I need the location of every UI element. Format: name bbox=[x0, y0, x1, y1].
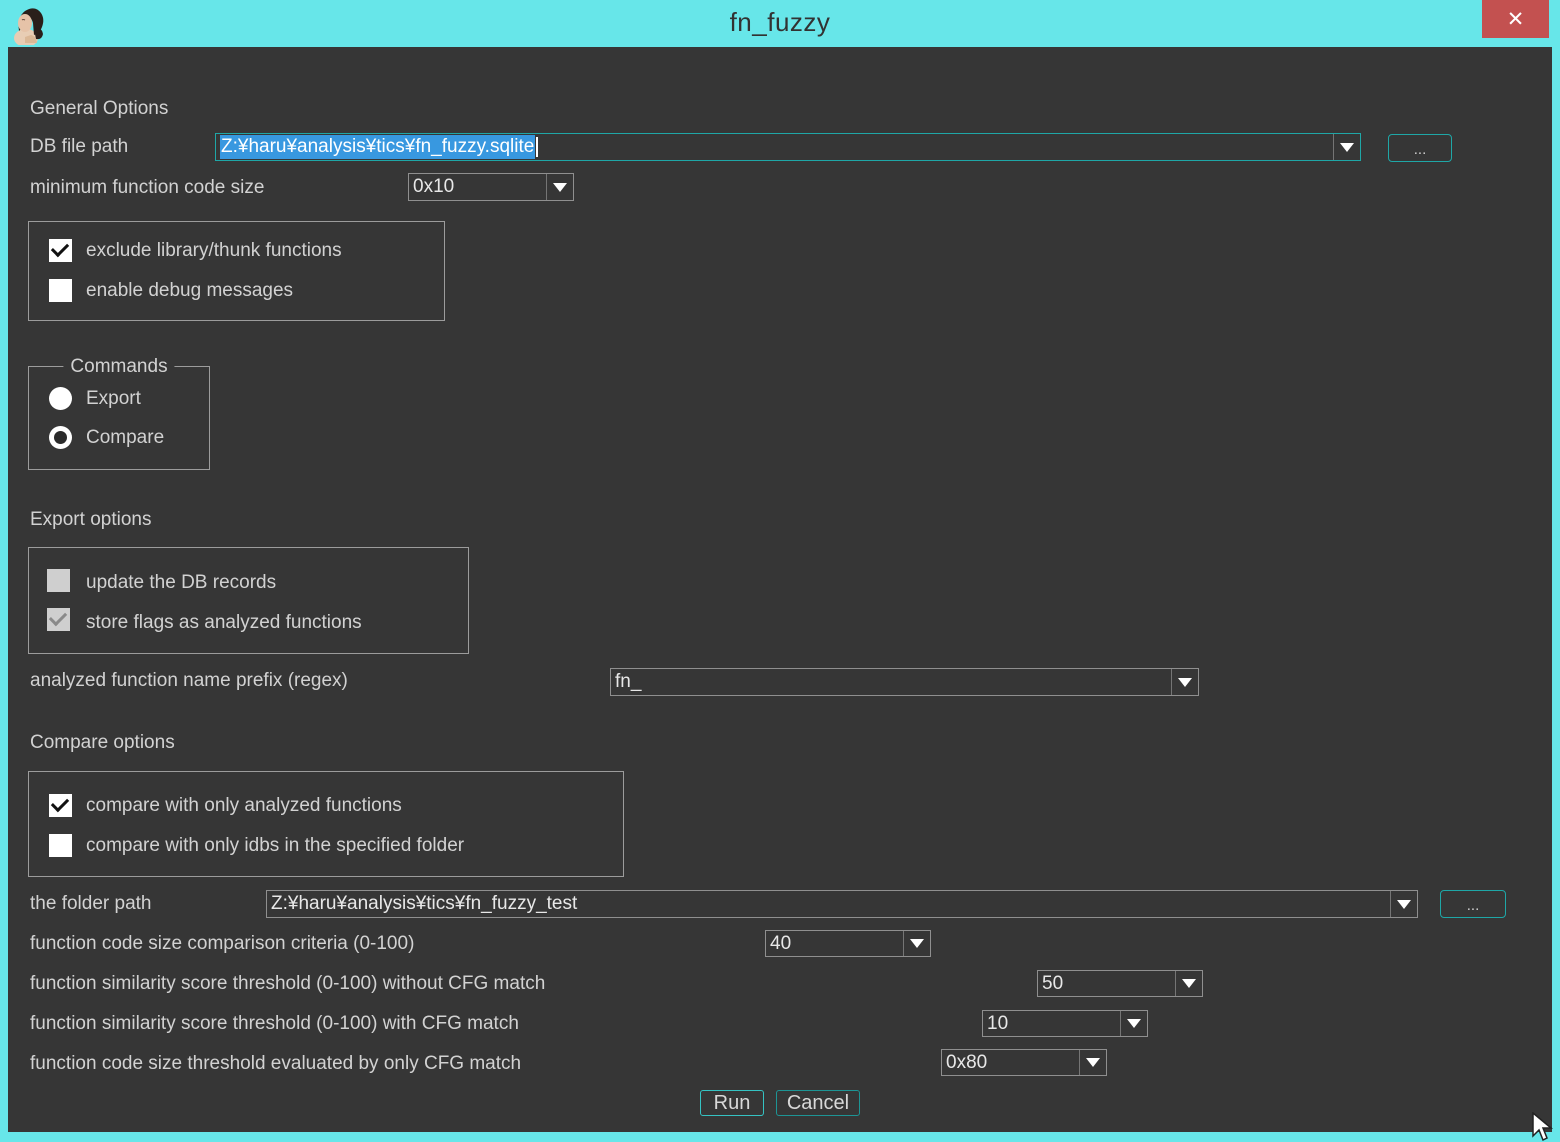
folder-path-value[interactable]: Z:¥haru¥analysis¥tics¥fn_fuzzy_test bbox=[267, 891, 1390, 917]
window-title: fn_fuzzy bbox=[0, 0, 1560, 44]
prefix-dropdown[interactable] bbox=[1171, 669, 1198, 695]
compare-analyzed-checkbox[interactable] bbox=[49, 794, 72, 817]
enable-debug-checkbox[interactable] bbox=[49, 279, 72, 302]
update-db-label[interactable]: update the DB records bbox=[86, 571, 276, 595]
enable-debug-label[interactable]: enable debug messages bbox=[86, 279, 293, 303]
close-icon: ✕ bbox=[1507, 7, 1525, 32]
check-icon bbox=[51, 794, 69, 812]
compare-options-heading: Compare options bbox=[30, 731, 175, 755]
min-code-size-value[interactable]: 0x10 bbox=[409, 174, 546, 200]
folder-path-combo[interactable]: Z:¥haru¥analysis¥tics¥fn_fuzzy_test bbox=[266, 890, 1418, 918]
compare-idbs-label[interactable]: compare with only idbs in the specified … bbox=[86, 834, 464, 858]
chevron-down-icon bbox=[1397, 900, 1411, 909]
db-file-path-dropdown[interactable] bbox=[1333, 134, 1360, 160]
dialog-content: General Options DB file path Z:¥haru¥ana… bbox=[8, 47, 1552, 1132]
text-caret bbox=[536, 137, 538, 157]
folder-path-dropdown[interactable] bbox=[1390, 891, 1417, 917]
chevron-down-icon bbox=[1086, 1058, 1100, 1067]
check-icon bbox=[51, 239, 69, 257]
commands-group-legend: Commands bbox=[63, 354, 174, 380]
folder-path-label: the folder path bbox=[30, 892, 151, 916]
folder-path-browse-button[interactable]: ... bbox=[1440, 890, 1506, 918]
store-flags-checkbox[interactable] bbox=[47, 608, 70, 631]
store-flags-label[interactable]: store flags as analyzed functions bbox=[86, 611, 362, 635]
check-icon bbox=[49, 608, 67, 626]
exclude-library-label[interactable]: exclude library/thunk functions bbox=[86, 239, 342, 263]
threshold-without-cfg-value[interactable]: 50 bbox=[1038, 971, 1175, 996]
chevron-down-icon bbox=[1127, 1019, 1141, 1028]
update-db-checkbox[interactable] bbox=[47, 569, 70, 592]
export-radio-label[interactable]: Export bbox=[86, 387, 141, 411]
commands-group: Commands Export Compare bbox=[28, 366, 210, 470]
exclude-library-checkbox[interactable] bbox=[49, 239, 72, 262]
export-checkbox-group: update the DB records store flags as ana… bbox=[28, 547, 469, 654]
criteria-value[interactable]: 40 bbox=[766, 931, 903, 956]
db-file-path-label: DB file path bbox=[30, 135, 128, 159]
prefix-label: analyzed function name prefix (regex) bbox=[30, 669, 348, 693]
size-threshold-cfg-combo[interactable]: 0x80 bbox=[941, 1049, 1107, 1076]
prefix-value[interactable]: fn_ bbox=[611, 669, 1171, 695]
threshold-with-cfg-label: function similarity score threshold (0-1… bbox=[30, 1012, 519, 1036]
export-radio[interactable] bbox=[49, 387, 72, 410]
threshold-with-cfg-combo[interactable]: 10 bbox=[982, 1010, 1148, 1037]
threshold-with-cfg-dropdown[interactable] bbox=[1120, 1011, 1147, 1036]
titlebar[interactable]: fn_fuzzy ✕ bbox=[0, 0, 1560, 47]
threshold-without-cfg-dropdown[interactable] bbox=[1175, 971, 1202, 996]
db-file-path-value[interactable]: Z:¥haru¥analysis¥tics¥fn_fuzzy.sqlite bbox=[216, 134, 1333, 160]
criteria-combo[interactable]: 40 bbox=[765, 930, 931, 957]
criteria-dropdown[interactable] bbox=[903, 931, 930, 956]
run-button[interactable]: Run bbox=[700, 1090, 764, 1116]
chevron-down-icon bbox=[910, 939, 924, 948]
db-file-path-selected-text: Z:¥haru¥analysis¥tics¥fn_fuzzy.sqlite bbox=[220, 135, 535, 159]
threshold-without-cfg-label: function similarity score threshold (0-1… bbox=[30, 972, 545, 996]
threshold-without-cfg-combo[interactable]: 50 bbox=[1037, 970, 1203, 997]
db-file-path-combo[interactable]: Z:¥haru¥analysis¥tics¥fn_fuzzy.sqlite bbox=[215, 133, 1361, 161]
compare-radio[interactable] bbox=[49, 426, 72, 449]
db-file-path-browse-button[interactable]: ... bbox=[1388, 134, 1452, 162]
criteria-label: function code size comparison criteria (… bbox=[30, 932, 414, 956]
close-button[interactable]: ✕ bbox=[1482, 0, 1549, 38]
general-options-heading: General Options bbox=[30, 97, 168, 121]
compare-analyzed-label[interactable]: compare with only analyzed functions bbox=[86, 794, 402, 818]
size-threshold-cfg-dropdown[interactable] bbox=[1079, 1050, 1106, 1075]
compare-radio-label[interactable]: Compare bbox=[86, 426, 164, 450]
size-threshold-cfg-label: function code size threshold evaluated b… bbox=[30, 1052, 521, 1076]
chevron-down-icon bbox=[1178, 678, 1192, 687]
size-threshold-cfg-value[interactable]: 0x80 bbox=[942, 1050, 1079, 1075]
chevron-down-icon bbox=[1340, 143, 1354, 152]
compare-checkbox-group: compare with only analyzed functions com… bbox=[28, 771, 624, 877]
general-checkbox-group: exclude library/thunk functions enable d… bbox=[28, 221, 445, 321]
fn-fuzzy-dialog: fn_fuzzy ✕ General Options DB file path … bbox=[0, 0, 1560, 1140]
chevron-down-icon bbox=[1182, 979, 1196, 988]
min-code-size-combo[interactable]: 0x10 bbox=[408, 173, 574, 201]
chevron-down-icon bbox=[553, 183, 567, 192]
prefix-combo[interactable]: fn_ bbox=[610, 668, 1199, 696]
radio-dot-icon bbox=[54, 431, 67, 444]
threshold-with-cfg-value[interactable]: 10 bbox=[983, 1011, 1120, 1036]
export-options-heading: Export options bbox=[30, 508, 151, 532]
min-code-size-label: minimum function code size bbox=[30, 176, 264, 200]
cancel-button[interactable]: Cancel bbox=[776, 1090, 860, 1116]
mouse-cursor bbox=[1530, 1112, 1556, 1142]
compare-idbs-checkbox[interactable] bbox=[49, 834, 72, 857]
min-code-size-dropdown[interactable] bbox=[546, 174, 573, 200]
